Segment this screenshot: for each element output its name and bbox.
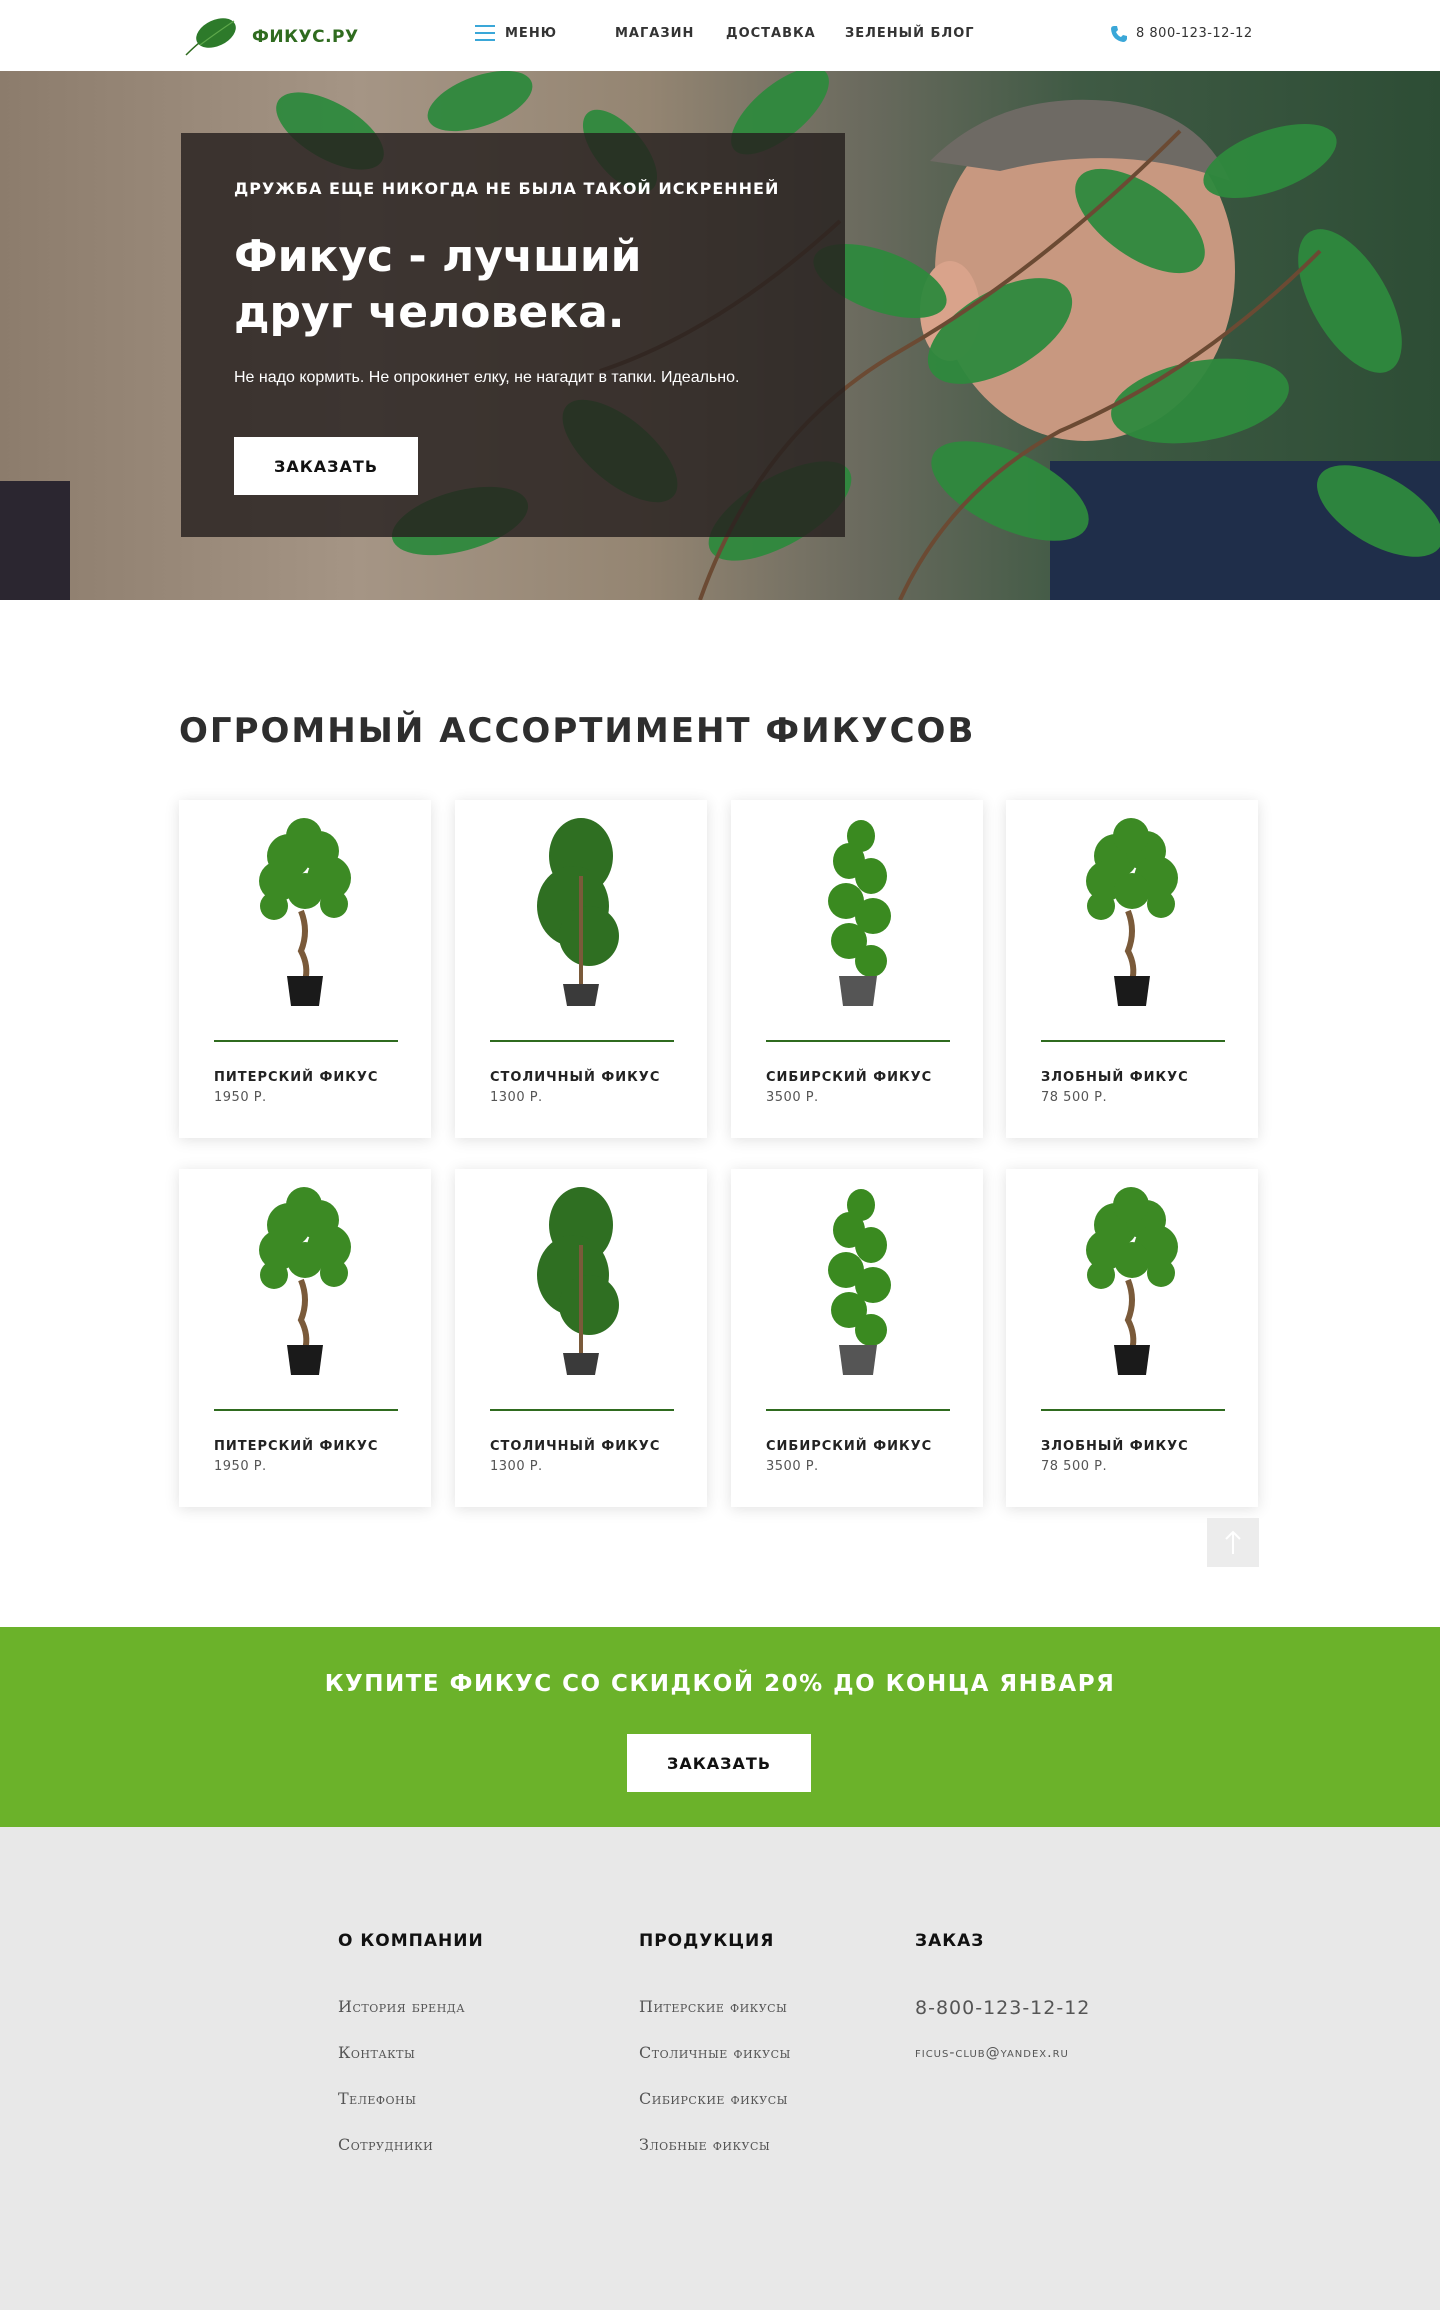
hero-order-button[interactable]: ЗАКАЗАТЬ	[234, 437, 418, 495]
product-image[interactable]	[179, 1185, 431, 1375]
product-image[interactable]	[731, 816, 983, 1006]
catalog-title: ОГРОМНЫЙ АССОРТИМЕНТ ФИКУСОВ	[179, 711, 976, 751]
hero-subtitle: Не надо кормить. Не опрокинет елку, не н…	[234, 369, 740, 386]
header-phone[interactable]: 8 800-123-12-12	[1136, 26, 1253, 41]
product-name: ПИТЕРСКИЙ ФИКУС	[214, 1070, 379, 1085]
product-price: 78 500 Р.	[1041, 1090, 1108, 1105]
logo-link[interactable]: ФИКУС.РУ	[180, 15, 359, 59]
hero-content-box: ДРУЖБА ЕЩЕ НИКОГДА НЕ БЫЛА ТАКОЙ ИСКРЕНН…	[181, 133, 845, 537]
product-image[interactable]	[179, 816, 431, 1006]
product-divider	[214, 1040, 398, 1042]
leaf-logo-icon	[185, 18, 236, 56]
footer-products-title: ПРОДУКЦИЯ	[639, 1931, 775, 1951]
footer-link-staff[interactable]: Сотрудники	[338, 2135, 484, 2154]
product-card[interactable]: СИБИРСКИЙ ФИКУС 3500 Р.	[731, 800, 983, 1138]
footer-link-stolichny[interactable]: Столичные фикусы	[639, 2043, 791, 2062]
footer-link-sibirsky[interactable]: Сибирские фикусы	[639, 2089, 791, 2108]
product-price: 3500 Р.	[766, 1459, 819, 1474]
footer-email[interactable]: ficus-club@yandex.ru	[915, 2045, 1090, 2061]
footer-products: ПРОДУКЦИЯ Питерские фикусы Столичные фик…	[639, 1931, 791, 2181]
product-image[interactable]	[455, 1185, 707, 1375]
product-name: СТОЛИЧНЫЙ ФИКУС	[490, 1070, 661, 1085]
product-divider	[766, 1040, 950, 1042]
footer-link-brand-history[interactable]: История бренда	[338, 1997, 484, 2016]
hero-title: Фикус - лучший друг человека.	[234, 231, 642, 338]
footer-link-zlobny[interactable]: Злобные фикусы	[639, 2135, 791, 2154]
product-card[interactable]: СИБИРСКИЙ ФИКУС 3500 Р.	[731, 1169, 983, 1507]
product-name: ЗЛОБНЫЙ ФИКУС	[1041, 1070, 1189, 1085]
product-card[interactable]: ПИТЕРСКИЙ ФИКУС 1950 Р.	[179, 800, 431, 1138]
product-divider	[490, 1040, 674, 1042]
product-name: СИБИРСКИЙ ФИКУС	[766, 1439, 933, 1454]
footer-link-piter[interactable]: Питерские фикусы	[639, 1997, 791, 2016]
product-card[interactable]: ЗЛОБНЫЙ ФИКУС 78 500 Р.	[1006, 1169, 1258, 1507]
product-card[interactable]: ПИТЕРСКИЙ ФИКУС 1950 Р.	[179, 1169, 431, 1507]
promo-order-button[interactable]: ЗАКАЗАТЬ	[627, 1734, 811, 1792]
site-header: ФИКУС.РУ МЕНЮ МАГАЗИН ДОСТАВКА ЗЕЛЕНЫЙ Б…	[0, 0, 1440, 71]
product-image[interactable]	[455, 816, 707, 1006]
product-card[interactable]: ЗЛОБНЫЙ ФИКУС 78 500 Р.	[1006, 800, 1258, 1138]
logo-text: ФИКУС.РУ	[252, 27, 359, 47]
product-card[interactable]: СТОЛИЧНЫЙ ФИКУС 1300 Р.	[455, 800, 707, 1138]
product-image[interactable]	[1006, 1185, 1258, 1375]
hamburger-menu-icon[interactable]	[475, 25, 495, 41]
scroll-to-top-button[interactable]	[1207, 1518, 1259, 1567]
product-price: 78 500 Р.	[1041, 1459, 1108, 1474]
nav-delivery[interactable]: ДОСТАВКА	[726, 26, 816, 41]
footer-order-title: ЗАКАЗ	[915, 1931, 985, 1951]
product-price: 1950 Р.	[214, 1459, 267, 1474]
footer-link-contacts[interactable]: Контакты	[338, 2043, 484, 2062]
product-image[interactable]	[731, 1185, 983, 1375]
product-price: 1300 Р.	[490, 1459, 543, 1474]
phone-icon	[1111, 26, 1127, 42]
product-name: СИБИРСКИЙ ФИКУС	[766, 1070, 933, 1085]
hero-banner: ДРУЖБА ЕЩЕ НИКОГДА НЕ БЫЛА ТАКОЙ ИСКРЕНН…	[0, 71, 1440, 600]
product-price: 1300 Р.	[490, 1090, 543, 1105]
promo-text: КУПИТЕ ФИКУС СО СКИДКОЙ 20% ДО КОНЦА ЯНВ…	[324, 1671, 1116, 1697]
product-card[interactable]: СТОЛИЧНЫЙ ФИКУС 1300 Р.	[455, 1169, 707, 1507]
nav-shop[interactable]: МАГАЗИН	[615, 26, 694, 41]
product-price: 1950 Р.	[214, 1090, 267, 1105]
promo-banner: КУПИТЕ ФИКУС СО СКИДКОЙ 20% ДО КОНЦА ЯНВ…	[0, 1627, 1440, 1827]
site-footer: О КОМПАНИИ История бренда Контакты Телеф…	[0, 1827, 1440, 2310]
product-divider	[1041, 1040, 1225, 1042]
nav-menu[interactable]: МЕНЮ	[505, 26, 557, 41]
footer-link-phones[interactable]: Телефоны	[338, 2089, 484, 2108]
nav-blog[interactable]: ЗЕЛЕНЫЙ БЛОГ	[845, 26, 975, 41]
footer-about-title: О КОМПАНИИ	[338, 1931, 484, 1951]
arrow-up-icon	[1225, 1530, 1241, 1554]
product-price: 3500 Р.	[766, 1090, 819, 1105]
hero-kicker: ДРУЖБА ЕЩЕ НИКОГДА НЕ БЫЛА ТАКОЙ ИСКРЕНН…	[234, 179, 780, 198]
product-name: ЗЛОБНЫЙ ФИКУС	[1041, 1439, 1189, 1454]
footer-order: ЗАКАЗ 8-800-123-12-12 ficus-club@yandex.…	[915, 1931, 1090, 2061]
product-name: СТОЛИЧНЫЙ ФИКУС	[490, 1439, 661, 1454]
product-divider	[1041, 1409, 1225, 1411]
product-divider	[214, 1409, 398, 1411]
footer-phone[interactable]: 8-800-123-12-12	[915, 1997, 1090, 2019]
footer-about: О КОМПАНИИ История бренда Контакты Телеф…	[338, 1931, 484, 2181]
product-divider	[490, 1409, 674, 1411]
product-name: ПИТЕРСКИЙ ФИКУС	[214, 1439, 379, 1454]
product-divider	[766, 1409, 950, 1411]
product-image[interactable]	[1006, 816, 1258, 1006]
